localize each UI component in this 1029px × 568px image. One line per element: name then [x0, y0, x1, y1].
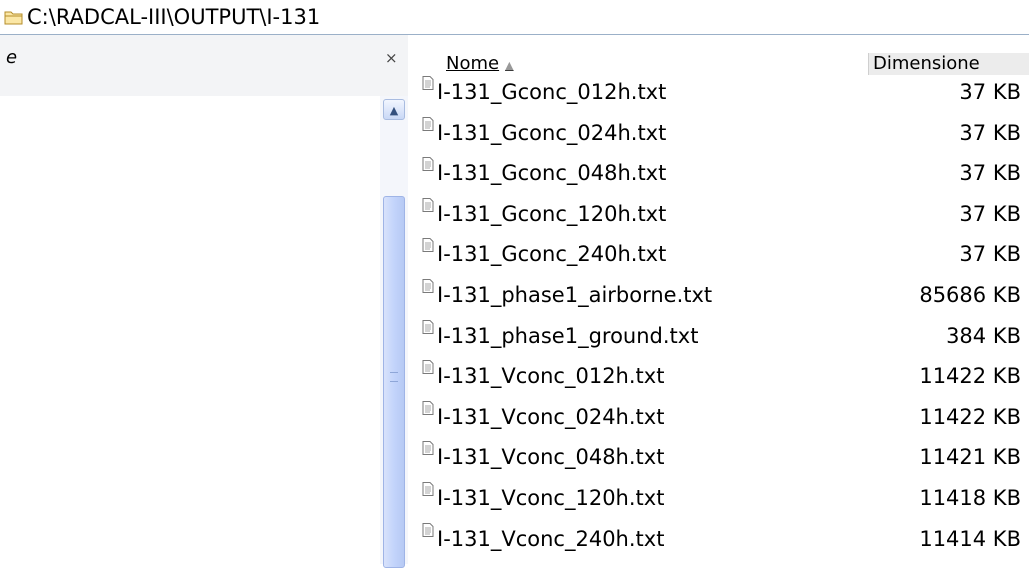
- file-name: I-131_Gconc_012h.txt: [437, 80, 667, 104]
- close-icon[interactable]: ×: [385, 49, 398, 67]
- file-row[interactable]: I-131_Gconc_240h.txt 37 KB: [408, 238, 1029, 272]
- scroll-grip-icon: [390, 372, 398, 382]
- column-header-name-label: Nome: [446, 53, 500, 74]
- file-size: 11422 KB: [919, 404, 1021, 429]
- file-name: I-131_phase1_ground.txt: [437, 323, 699, 348]
- file-row[interactable]: I-131_Vconc_024h.txt 11422 KB: [408, 400, 1029, 435]
- file-size: 37 KB: [959, 201, 1021, 226]
- text-file-icon: [422, 238, 434, 253]
- scroll-thumb[interactable]: [383, 196, 405, 568]
- file-name: I-131_Gconc_048h.txt: [437, 161, 667, 186]
- folder-icon: [4, 11, 23, 25]
- file-size: 37 KB: [959, 242, 1021, 267]
- text-file-icon: [422, 482, 434, 496]
- text-file-icon: [422, 522, 434, 537]
- file-row[interactable]: I-131_Vconc_240h.txt 11414 KB: [408, 522, 1029, 557]
- sort-ascending-icon: ▲: [505, 59, 514, 72]
- file-row[interactable]: I-131_Vconc_048h.txt 11421 KB: [408, 441, 1029, 475]
- file-row[interactable]: I-131_Vconc_012h.txt 11422 KB: [408, 360, 1029, 394]
- file-name: I-131_Vconc_024h.txt: [437, 404, 665, 429]
- file-name: I-131_Vconc_120h.txt: [437, 486, 665, 510]
- file-size: 11422 KB: [919, 364, 1021, 389]
- file-name: I-131_Gconc_024h.txt: [437, 120, 667, 145]
- file-row[interactable]: I-131_Gconc_120h.txt 37 KB: [408, 197, 1029, 232]
- file-row[interactable]: I-131_Gconc_024h.txt 37 KB: [408, 116, 1029, 151]
- address-path[interactable]: C:\RADCAL-III\OUTPUT\I-131: [27, 5, 320, 29]
- file-size: 11418 KB: [919, 486, 1021, 510]
- text-file-icon: [422, 360, 434, 375]
- file-list: Nome ▲ Dimensione I-131_Gconc_012h.txt 37 …: [408, 35, 1029, 564]
- file-size: 37 KB: [959, 80, 1021, 104]
- file-row[interactable]: I-131_Gconc_048h.txt 37 KB: [408, 157, 1029, 191]
- folders-pane: e × ▲: [0, 35, 409, 568]
- text-file-icon: [422, 400, 434, 415]
- scroll-up-button[interactable]: ▲: [383, 99, 405, 120]
- file-name: I-131_phase1_airborne.txt: [437, 283, 713, 307]
- folders-pane-header: e ×: [0, 35, 408, 96]
- file-size: 11414 KB: [919, 526, 1021, 551]
- file-name: I-131_Gconc_120h.txt: [437, 201, 667, 226]
- file-name: I-131_Vconc_240h.txt: [437, 526, 665, 551]
- file-size: 11421 KB: [919, 445, 1021, 470]
- vertical-scrollbar[interactable]: ▲: [380, 96, 408, 568]
- folders-pane-title: e: [6, 47, 18, 68]
- address-bar[interactable]: C:\RADCAL-III\OUTPUT\I-131: [0, 0, 1029, 35]
- file-name: I-131_Vconc_048h.txt: [437, 445, 665, 470]
- text-file-icon: [422, 441, 434, 456]
- file-row[interactable]: I-131_phase1_ground.txt 384 KB: [408, 319, 1029, 354]
- file-size: 37 KB: [959, 120, 1021, 145]
- text-file-icon: [422, 157, 434, 172]
- file-size: 384 KB: [946, 323, 1021, 348]
- column-header-row: Nome ▲ Dimensione: [408, 53, 1029, 75]
- text-file-icon: [422, 319, 434, 334]
- text-file-icon: [422, 76, 434, 90]
- column-header-size[interactable]: Dimensione: [868, 53, 1029, 75]
- file-size: 85686 KB: [919, 283, 1021, 307]
- file-row[interactable]: I-131_phase1_airborne.txt 85686 KB: [408, 279, 1029, 313]
- file-row[interactable]: I-131_Vconc_120h.txt 11418 KB: [408, 482, 1029, 516]
- column-header-name[interactable]: Nome ▲: [446, 53, 514, 74]
- file-name: I-131_Vconc_012h.txt: [437, 364, 665, 389]
- text-file-icon: [422, 279, 434, 293]
- file-size: 37 KB: [959, 161, 1021, 186]
- file-name: I-131_Gconc_240h.txt: [437, 242, 667, 267]
- text-file-icon: [422, 116, 434, 131]
- file-row[interactable]: I-131_Gconc_012h.txt 37 KB: [408, 76, 1029, 110]
- text-file-icon: [422, 197, 434, 212]
